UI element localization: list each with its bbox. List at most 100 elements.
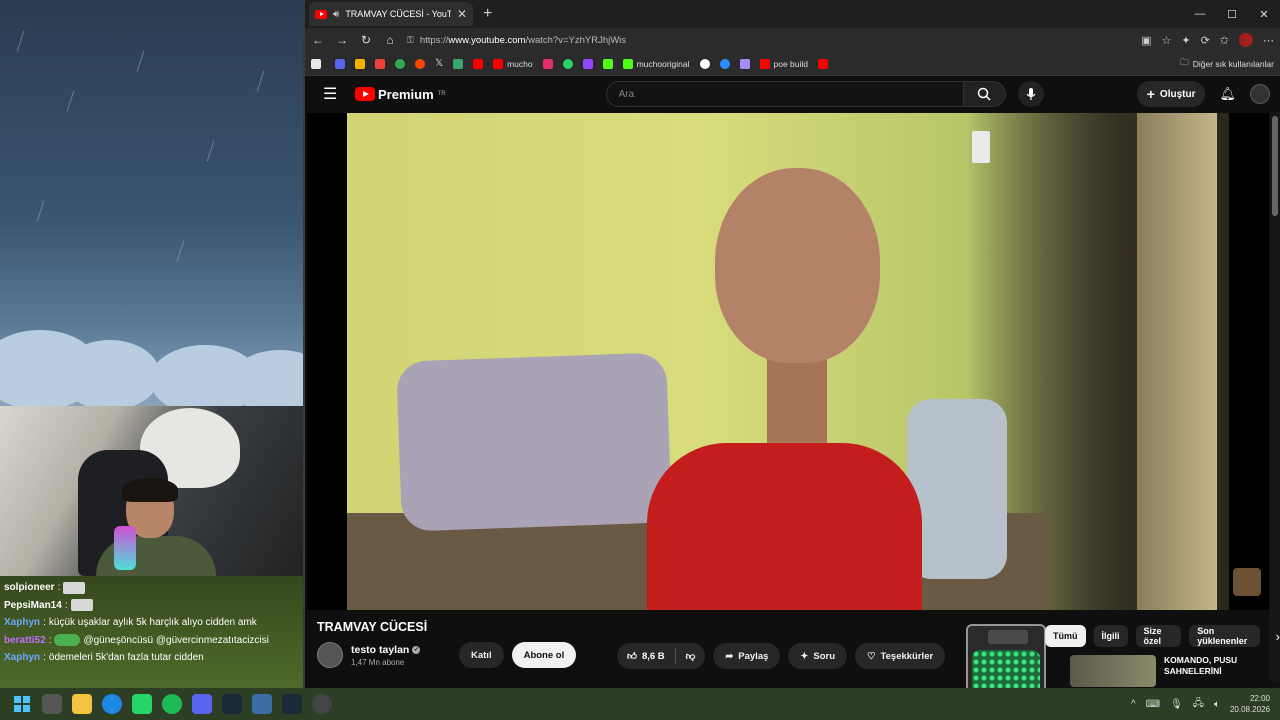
share-button[interactable]: ➦ Paylaş xyxy=(713,643,781,669)
windows-start-icon[interactable] xyxy=(12,694,32,714)
notifications-bell-icon[interactable]: 🔔︎ xyxy=(1219,86,1236,102)
bookmark[interactable]: 𝕏 xyxy=(435,58,443,69)
bookmark[interactable] xyxy=(415,58,425,69)
close-window-icon[interactable]: ✕ xyxy=(1248,0,1280,28)
back-icon[interactable]: ← xyxy=(311,33,325,47)
bookmark[interactable] xyxy=(355,58,365,69)
forward-icon[interactable]: → xyxy=(335,33,349,47)
channel-name[interactable]: testo taylan xyxy=(351,644,409,656)
chip-for-you[interactable]: Size özel xyxy=(1135,625,1182,647)
bookmark-favicon-icon xyxy=(719,58,730,69)
share-label: Paylaş xyxy=(738,650,769,662)
page-scrollbar[interactable] xyxy=(1270,112,1280,682)
menu-icon[interactable]: ☰ xyxy=(323,84,343,104)
speaker-icon[interactable]: 🔊︎ xyxy=(333,9,339,20)
thanks-button[interactable]: ♡ Teşekkürler xyxy=(855,643,946,669)
search-button[interactable] xyxy=(963,81,1006,107)
extensions-icon[interactable]: ✦ xyxy=(1181,34,1190,47)
bookmark[interactable] xyxy=(395,58,405,69)
bookmark-favicon-icon xyxy=(375,58,385,69)
related-video[interactable]: KOMANDO, PUSU SAHNELERİNİ xyxy=(1070,655,1254,687)
bookmark[interactable] xyxy=(602,58,613,69)
more-menu-icon[interactable]: ⋯ xyxy=(1263,34,1274,47)
volume-icon[interactable]: 🔈︎ xyxy=(1214,699,1220,710)
search-input[interactable] xyxy=(605,81,964,107)
clock[interactable]: 22:00 20.08.2026 xyxy=(1230,693,1270,715)
bookmark[interactable] xyxy=(699,58,710,69)
site-info-icon[interactable]: ⚿ xyxy=(407,35,414,46)
related-thumbnail[interactable] xyxy=(1070,655,1156,687)
sparkle-icon: ✦ xyxy=(800,650,809,662)
close-tab-icon[interactable]: ✕ xyxy=(457,7,467,21)
rain-streak xyxy=(36,200,45,222)
bookmark[interactable] xyxy=(473,58,484,69)
new-tab-icon[interactable]: + xyxy=(483,5,492,23)
voice-search-button[interactable] xyxy=(1017,81,1044,107)
steam-icon[interactable] xyxy=(222,694,242,714)
profile-avatar[interactable] xyxy=(1239,33,1253,47)
bookmark[interactable] xyxy=(453,58,464,69)
whatsapp-icon[interactable] xyxy=(132,694,152,714)
video-player[interactable] xyxy=(307,113,1269,610)
sync-icon[interactable]: ⟳ xyxy=(1201,34,1210,47)
spotify-icon[interactable] xyxy=(162,694,182,714)
related-title[interactable]: KOMANDO, PUSU SAHNELERİNİ xyxy=(1164,655,1254,687)
bookmark[interactable]: muchooriginal xyxy=(622,58,690,69)
task-view-icon[interactable] xyxy=(42,694,62,714)
tray-chevron-icon[interactable]: ^ xyxy=(1131,699,1136,710)
bookmark[interactable]: poe build xyxy=(759,58,808,69)
ask-button[interactable]: ✦ Soru xyxy=(788,643,848,669)
bookmark[interactable] xyxy=(335,58,345,69)
chat-message: solpioneer : xyxy=(0,579,303,597)
chip-all[interactable]: Tümü xyxy=(1045,625,1086,647)
minimize-icon[interactable]: — xyxy=(1184,0,1216,28)
bookmark[interactable] xyxy=(582,58,593,69)
app-icon[interactable] xyxy=(252,694,272,714)
browser-tab[interactable]: 🔊︎ TRAMVAY CÜCESİ - YouTube ✕ xyxy=(309,2,473,26)
favorite-star-icon[interactable]: ☆ xyxy=(1161,34,1171,47)
reader-icon[interactable]: ▣ xyxy=(1141,34,1151,47)
dislike-button[interactable]: 👎︎ xyxy=(676,643,706,669)
mic-tray-icon[interactable]: 🎙︎ xyxy=(1170,699,1183,710)
refresh-icon[interactable]: ↻ xyxy=(359,33,373,47)
bookmark[interactable] xyxy=(375,58,385,69)
subscribe-button[interactable]: Abone ol xyxy=(511,642,577,668)
chevron-right-icon[interactable]: › xyxy=(1276,629,1280,644)
scrollbar-thumb[interactable] xyxy=(1272,116,1278,216)
chip-recent[interactable]: Son yüklenenler xyxy=(1189,625,1260,647)
chat-message: Xaphyn : küçük uşaklar aylık 5k harçlık … xyxy=(0,614,303,632)
discord-icon[interactable] xyxy=(192,694,212,714)
steam-icon[interactable] xyxy=(282,694,302,714)
bookmark[interactable] xyxy=(818,58,829,69)
system-tray: ^ ⌨︎ 🎙︎ 🖧︎ 🔈︎ 22:00 20.08.2026 xyxy=(1131,693,1280,715)
obs-icon[interactable] xyxy=(312,694,332,714)
bookmark[interactable] xyxy=(562,58,573,69)
create-button[interactable]: + Oluştur xyxy=(1136,81,1206,107)
person-red-shirt xyxy=(647,443,922,610)
wifi-icon[interactable]: 🖧︎ xyxy=(1193,696,1204,713)
channel-watermark[interactable] xyxy=(1233,568,1261,596)
file-explorer-icon[interactable] xyxy=(72,694,92,714)
join-button[interactable]: Katıl xyxy=(459,642,504,668)
video-frame xyxy=(347,113,1229,610)
network-icon[interactable]: ⌨︎ xyxy=(1146,699,1160,710)
bookmark[interactable] xyxy=(311,58,325,69)
chat-username: solpioneer xyxy=(4,582,55,593)
other-bookmarks-folder[interactable]: 🗀 Diğer sık kullanılanlar xyxy=(1180,57,1274,71)
maximize-icon[interactable]: ☐ xyxy=(1216,0,1248,28)
url-field[interactable]: ⚿ https://www.youtube.com/watch?v=YzhYRJ… xyxy=(407,35,1131,46)
home-icon[interactable]: ⌂ xyxy=(383,33,397,47)
edge-browser-icon[interactable] xyxy=(102,694,122,714)
bookmark[interactable] xyxy=(719,58,730,69)
account-avatar[interactable] xyxy=(1250,84,1270,104)
collections-icon[interactable]: ✩ xyxy=(1220,34,1229,47)
like-button[interactable]: 👍︎ 8,6 B xyxy=(617,643,675,669)
region-code: TR xyxy=(437,91,446,97)
chip-related[interactable]: İlgili xyxy=(1093,625,1128,647)
bookmark[interactable]: mucho xyxy=(493,58,533,69)
video-actions: 👍︎ 8,6 B 👎︎ ➦ Paylaş ✦ Soru ♡ Teşekkürler xyxy=(617,643,946,669)
channel-avatar[interactable] xyxy=(317,642,343,668)
bookmark[interactable] xyxy=(739,58,750,69)
bookmark[interactable] xyxy=(542,58,553,69)
youtube-logo[interactable]: Premium TR xyxy=(355,87,446,102)
